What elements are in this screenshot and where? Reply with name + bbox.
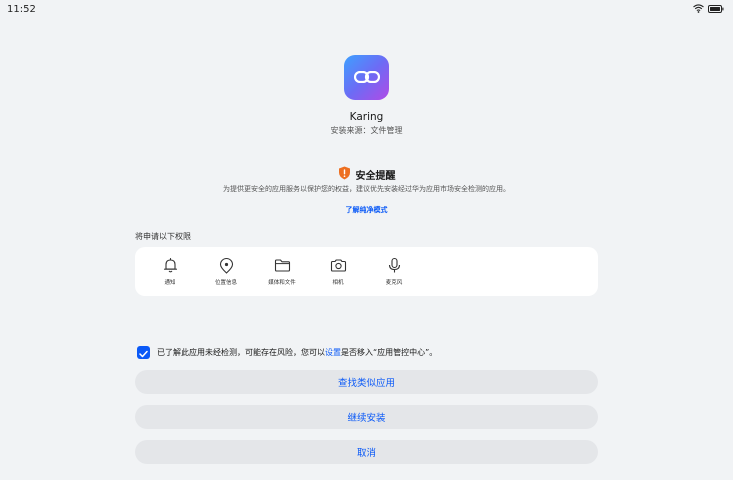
consent-checkbox[interactable] [137, 346, 150, 359]
learn-pure-mode-link[interactable]: 了解纯净模式 [0, 205, 733, 215]
permission-location: 位置信息 [203, 257, 249, 286]
app-source: 安装来源：文件管理 [330, 126, 403, 135]
battery-icon [708, 4, 724, 13]
folder-icon [259, 257, 305, 274]
permission-label: 通知 [164, 280, 176, 286]
link-icon [353, 68, 380, 87]
status-icons [693, 4, 724, 13]
shield-warning-icon [338, 165, 351, 184]
consent-row: 已了解此应用未经检测，可能存在风险，您可以设置是否移入“应用管控中心”。 [137, 346, 437, 359]
wifi-icon [693, 4, 704, 13]
permission-notification: 通知 [147, 257, 193, 286]
security-warning-title: 安全提醒 [355, 171, 396, 182]
permission-label: 麦克风 [385, 280, 403, 286]
permission-label: 位置信息 [214, 280, 237, 286]
consent-text-before: 已了解此应用未经检测，可能存在风险，您可以 [157, 348, 325, 357]
continue-install-button[interactable]: 继续安装 [135, 405, 598, 429]
permissions-heading: 将申请以下权限 [135, 232, 191, 241]
permission-camera: 相机 [315, 257, 361, 286]
cancel-button[interactable]: 取消 [135, 440, 598, 464]
permission-media-files: 媒体和文件 [259, 257, 305, 286]
settings-link[interactable]: 设置 [325, 348, 341, 357]
app-name: Karing [349, 111, 384, 123]
permission-microphone: 麦克风 [371, 257, 417, 286]
bell-icon [147, 257, 193, 274]
permission-label: 相机 [332, 280, 344, 286]
security-warning-description: 为提供更安全的应用服务以保护您的权益，建议优先安装经过华为应用市场安全检测的应用… [223, 185, 510, 193]
camera-icon [315, 257, 361, 274]
permission-label: 媒体和文件 [268, 280, 296, 286]
app-icon [344, 55, 389, 100]
find-similar-apps-button[interactable]: 查找类似应用 [135, 370, 598, 394]
status-time: 11:52 [7, 4, 36, 15]
consent-text-after: 是否移入“应用管控中心”。 [341, 348, 438, 357]
checkmark-icon [139, 343, 148, 362]
install-screen: 11:52 Karing 安装来源：文件管理 安全提醒 为提供更安全的应用服务以… [0, 0, 733, 480]
permissions-card: 通知 位置信息 媒体和文件 相机 麦克风 [135, 247, 598, 296]
consent-text: 已了解此应用未经检测，可能存在风险，您可以设置是否移入“应用管控中心”。 [157, 347, 437, 358]
security-warning-header: 安全提醒 [0, 165, 733, 184]
microphone-icon [371, 257, 417, 274]
location-icon [203, 257, 249, 274]
